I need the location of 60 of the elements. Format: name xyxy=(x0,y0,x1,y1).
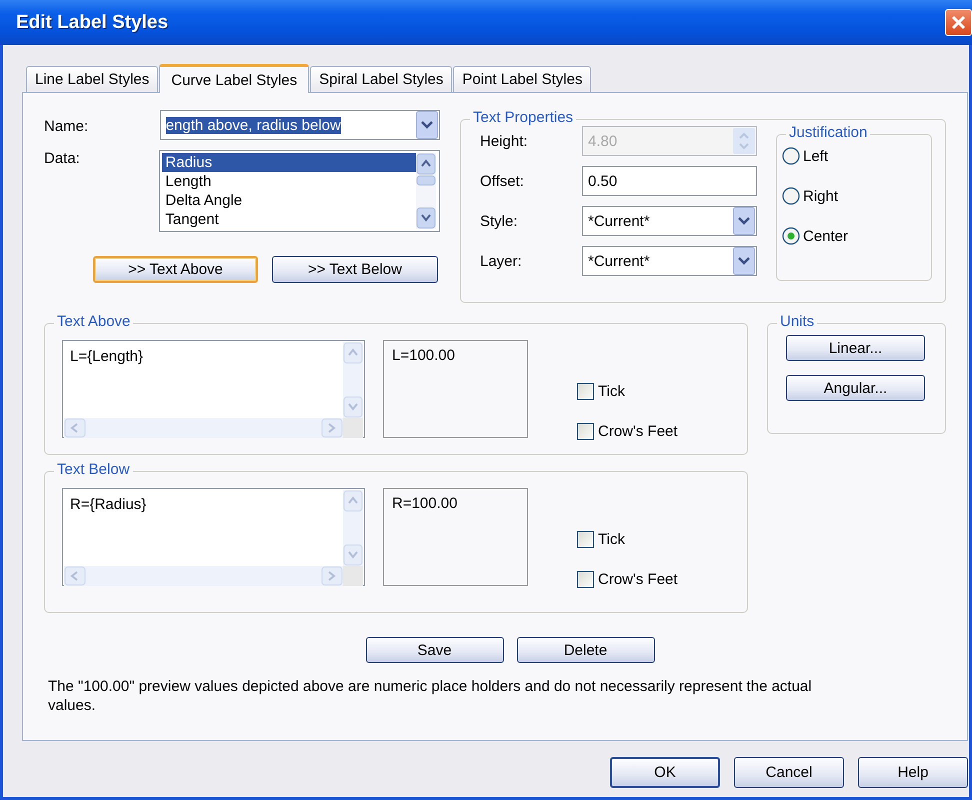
scrollbar-corner xyxy=(343,418,363,438)
button[interactable]: Delete xyxy=(516,637,654,663)
checkbox[interactable] xyxy=(577,570,594,588)
vertical-scrollbar[interactable] xyxy=(343,342,363,418)
dropdown-button[interactable] xyxy=(416,111,438,139)
checkbox[interactable] xyxy=(577,382,594,400)
text-area[interactable]: R={Radius} xyxy=(62,488,365,586)
dropdown-field[interactable]: ength above, radius below xyxy=(160,110,440,140)
preview-box: L=100.00 xyxy=(383,340,528,438)
field-label: Data: xyxy=(44,149,81,167)
radio-label: Right xyxy=(803,188,838,204)
field-label: Height: xyxy=(479,132,529,150)
field-label: Layer: xyxy=(479,252,523,270)
vertical-scrollbar[interactable] xyxy=(343,490,363,566)
list-item[interactable]: Radius xyxy=(162,153,416,172)
button[interactable]: Linear... xyxy=(786,335,925,361)
radio-label: Center xyxy=(803,228,848,244)
button[interactable]: Help xyxy=(858,757,968,788)
checkbox-label: Tick xyxy=(598,382,625,400)
checkbox-label: Crow's Feet xyxy=(598,570,678,588)
dropdown-button[interactable] xyxy=(733,247,755,275)
radio-label: Left xyxy=(803,148,828,164)
dropdown-button[interactable] xyxy=(733,207,755,235)
horizontal-scrollbar[interactable] xyxy=(64,418,343,438)
group-title: Text Properties xyxy=(470,109,576,127)
scrollbar-corner xyxy=(343,566,363,586)
window-title: Edit Label Styles xyxy=(15,12,168,34)
list-item[interactable]: Length xyxy=(162,172,416,191)
radio-button[interactable] xyxy=(782,187,800,205)
checkbox[interactable] xyxy=(577,530,594,548)
vertical-scrollbar[interactable] xyxy=(416,153,436,229)
tab[interactable]: Spiral Label Styles xyxy=(310,66,452,92)
checkbox-label: Crow's Feet xyxy=(598,422,678,440)
list-item[interactable]: Tangent xyxy=(162,210,416,229)
note-text: The "100.00" preview values depicted above are numeric place holders and do not necessarily represent the actual values. xyxy=(47,677,813,715)
horizontal-scrollbar[interactable] xyxy=(64,566,343,586)
checkbox-label: Tick xyxy=(598,530,625,548)
button[interactable]: OK xyxy=(610,757,720,788)
button[interactable]: >> Text Above xyxy=(93,256,258,283)
text-area[interactable]: L={Length} xyxy=(62,340,365,438)
tab[interactable]: Curve Label Styles xyxy=(159,64,310,93)
button[interactable]: >> Text Below xyxy=(272,256,438,283)
tab[interactable]: Point Label Styles xyxy=(453,66,592,92)
field-label: Style: xyxy=(479,212,519,230)
button[interactable]: Angular... xyxy=(786,375,925,401)
checkbox[interactable] xyxy=(577,422,594,440)
button[interactable]: Save xyxy=(366,637,504,663)
dropdown-field[interactable]: *Current* xyxy=(582,206,757,236)
radio-button[interactable] xyxy=(782,147,800,165)
tab[interactable]: Line Label Styles xyxy=(26,66,158,92)
close-button[interactable] xyxy=(945,9,972,36)
button[interactable]: Cancel xyxy=(734,757,844,788)
radio-button[interactable] xyxy=(782,227,800,245)
field-label: Name: xyxy=(44,117,90,135)
preview-box: R=100.00 xyxy=(383,488,528,586)
dropdown-field[interactable]: *Current* xyxy=(582,246,757,276)
field-label: Offset: xyxy=(479,172,525,190)
input-field[interactable]: 0.50 xyxy=(582,166,757,196)
close-icon xyxy=(951,15,966,30)
list-item[interactable]: Delta Angle xyxy=(162,191,416,210)
